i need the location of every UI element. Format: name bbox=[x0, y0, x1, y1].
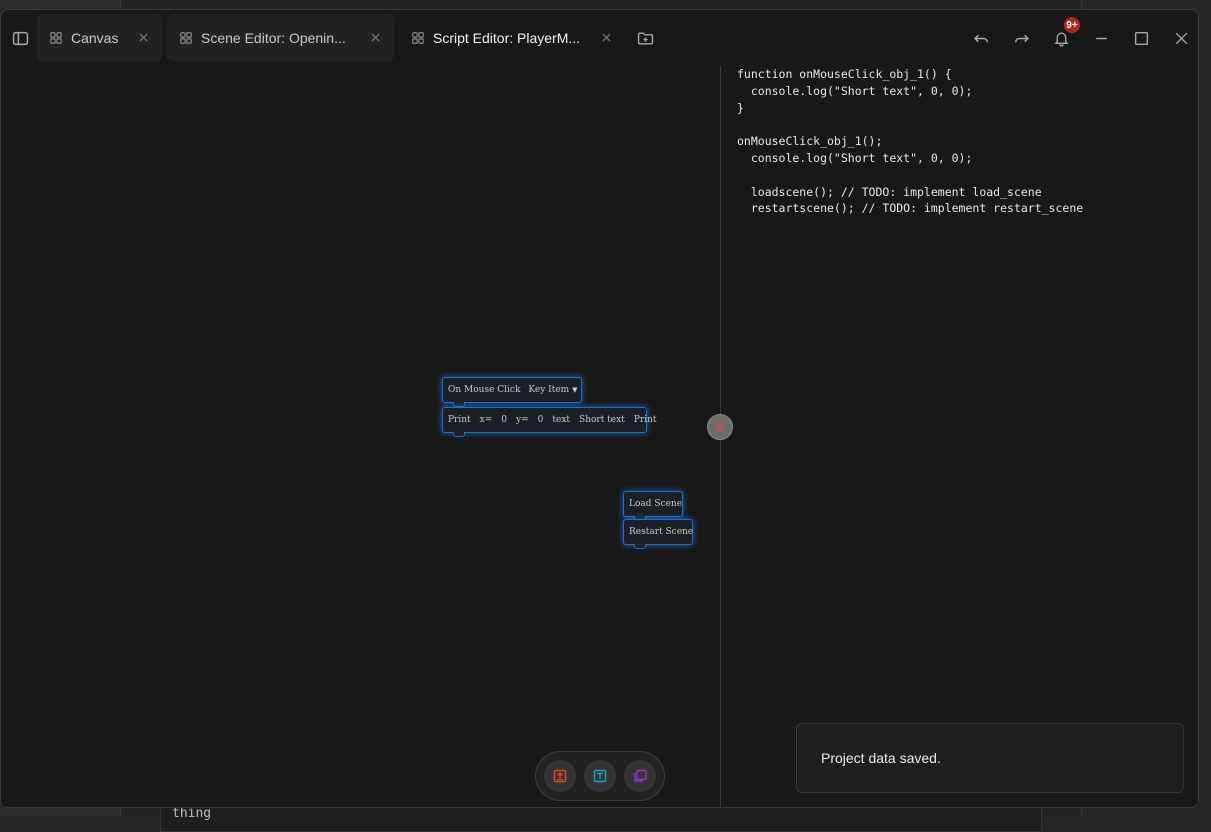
block-notch bbox=[453, 432, 465, 437]
close-icon bbox=[715, 422, 725, 432]
event-block-on-mouse-click[interactable]: On Mouse Click Key Item ▼ bbox=[442, 377, 582, 407]
code-line: console.log("Short text", 0, 0); bbox=[737, 150, 973, 165]
tab-label: Canvas bbox=[71, 29, 119, 46]
background-doc-text: thing bbox=[172, 806, 212, 821]
restart-scene-label: Restart Scene bbox=[629, 527, 694, 537]
redo-icon[interactable] bbox=[1009, 26, 1033, 50]
print-x-value[interactable]: 0 bbox=[501, 415, 507, 425]
minimize-icon[interactable] bbox=[1089, 26, 1113, 50]
code-line: console.log("Short text", 0, 0); bbox=[737, 83, 973, 98]
tab-scene-editor[interactable]: Scene Editor: Openin... bbox=[167, 14, 394, 61]
print-block-label: Print bbox=[448, 415, 471, 425]
dropdown-arrow-icon: ▼ bbox=[572, 386, 578, 394]
code-line: loadscene(); // TODO: implement load_sce… bbox=[737, 184, 1042, 199]
code-line: function onMouseClick_obj_1() { bbox=[737, 67, 952, 81]
load-scene-label: Load Scene bbox=[629, 499, 683, 509]
open-folder-icon[interactable] bbox=[633, 26, 657, 50]
layers-icon bbox=[634, 769, 647, 782]
close-icon[interactable] bbox=[599, 30, 613, 44]
text-icon bbox=[593, 769, 607, 783]
print-y-value[interactable]: 0 bbox=[538, 415, 544, 425]
event-block-label: On Mouse Click bbox=[448, 385, 521, 395]
maximize-icon[interactable] bbox=[1129, 26, 1153, 50]
toast-notification: Project data saved. bbox=[796, 723, 1184, 793]
code-preview-pane[interactable]: function onMouseClick_obj_1() { console.… bbox=[721, 66, 1198, 807]
close-icon[interactable] bbox=[368, 30, 382, 44]
app-window: Canvas Scene Editor: Openin... Script Ed… bbox=[0, 9, 1199, 808]
grid-icon bbox=[412, 31, 424, 44]
title-bar: Canvas Scene Editor: Openin... Script Ed… bbox=[1, 10, 1198, 66]
close-icon[interactable] bbox=[136, 30, 150, 44]
add-text-button[interactable] bbox=[584, 760, 616, 792]
print-text-value[interactable]: Short text bbox=[579, 415, 625, 425]
layers-button[interactable] bbox=[624, 760, 656, 792]
grid-icon bbox=[180, 31, 192, 44]
restart-scene-block[interactable]: Restart Scene bbox=[623, 519, 694, 549]
toast-message: Project data saved. bbox=[821, 750, 941, 766]
sidebar-toggle-icon[interactable] bbox=[8, 26, 32, 50]
tab-label: Scene Editor: Openin... bbox=[201, 29, 346, 46]
event-target-value: Key Item bbox=[528, 385, 570, 395]
grid-icon bbox=[50, 31, 62, 44]
code-line: restartscene(); // TODO: implement resta… bbox=[737, 201, 1084, 216]
load-scene-block[interactable]: Load Scene bbox=[623, 491, 683, 521]
print-end-label: Print bbox=[633, 415, 657, 425]
close-window-icon[interactable] bbox=[1169, 26, 1193, 50]
generated-code: function onMouseClick_obj_1() { console.… bbox=[737, 66, 1083, 217]
tab-script-editor[interactable]: Script Editor: PlayerM... bbox=[399, 14, 625, 61]
print-x-label: x= bbox=[479, 415, 493, 425]
close-preview-button[interactable] bbox=[707, 414, 733, 440]
code-line: } bbox=[737, 100, 744, 115]
undo-icon[interactable] bbox=[969, 26, 993, 50]
code-line: onMouseClick_obj_1(); bbox=[737, 134, 883, 149]
tab-label: Script Editor: PlayerM... bbox=[433, 29, 581, 46]
editor-content: On Mouse Click Key Item ▼ Print x= 0 y= … bbox=[1, 66, 1198, 807]
export-icon bbox=[553, 769, 567, 783]
event-target-dropdown[interactable]: Key Item ▼ bbox=[528, 385, 577, 395]
print-y-label: y= bbox=[516, 415, 529, 425]
floating-toolbar bbox=[535, 751, 665, 801]
print-text-label: text bbox=[552, 415, 571, 425]
block-canvas[interactable]: On Mouse Click Key Item ▼ Print x= 0 y= … bbox=[1, 66, 720, 807]
notification-badge: 9+ bbox=[1064, 17, 1080, 33]
print-block[interactable]: Print x= 0 y= 0 text Short text Print bbox=[442, 407, 656, 437]
export-button[interactable] bbox=[544, 760, 576, 792]
tab-canvas[interactable]: Canvas bbox=[37, 14, 162, 61]
block-notch bbox=[634, 544, 646, 549]
